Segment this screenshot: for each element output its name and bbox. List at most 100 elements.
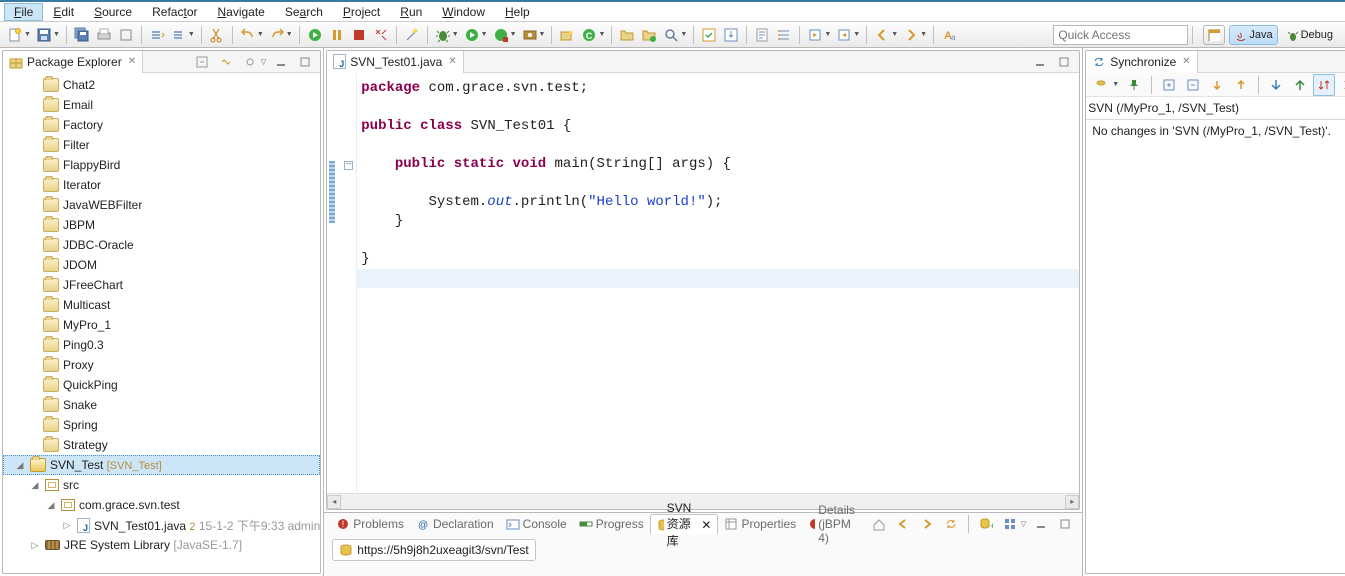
tree-folder[interactable]: Filter [3,135,320,155]
view-menu-icon[interactable]: ▽ [261,58,268,66]
minimize-icon[interactable] [1029,51,1051,73]
tree-folder[interactable]: MyPro_1 [3,315,320,335]
both-mode-icon[interactable] [1313,74,1335,96]
menu-source[interactable]: Source [84,3,142,21]
save-button[interactable] [33,24,55,46]
menu-help[interactable]: Help [495,3,540,21]
editor-tab[interactable]: SVN_Test01.java ✕ [327,51,463,73]
view-menu-icon[interactable]: ▽ [1021,520,1028,528]
checkout-icon[interactable] [698,24,720,46]
debug-button[interactable] [432,24,454,46]
save-all-button[interactable] [71,24,93,46]
outgoing-mode-icon[interactable] [1289,74,1311,96]
tree-folder[interactable]: Spring [3,415,320,435]
prev-diff-icon[interactable] [1230,74,1252,96]
tab-problems[interactable]: !Problems [330,514,410,534]
close-icon[interactable]: ✕ [448,56,456,67]
tab-console[interactable]: Console [500,514,573,534]
perspective-debug[interactable]: Debug [1282,25,1337,45]
undo-icon[interactable] [237,24,259,46]
tree-folder[interactable]: Factory [3,115,320,135]
expand-icon[interactable] [1158,74,1180,96]
tasks-icon[interactable] [751,24,773,46]
tab-details[interactable]: Details (jBPM 4) [802,514,868,534]
prev-annotation-icon[interactable] [833,24,855,46]
horizontal-scrollbar[interactable]: ◂▸ [327,493,1079,509]
synchronize-button[interactable] [1090,74,1112,96]
conflicts-mode-icon[interactable] [1337,74,1345,96]
tree-java-file[interactable]: ▷SVN_Test01.java 2 15-1-2 下午9:33 admin [3,515,320,535]
tree-folder[interactable]: JDOM [3,255,320,275]
tree-folder[interactable]: Email [3,95,320,115]
redo-icon[interactable] [266,24,288,46]
tab-properties[interactable]: Properties [718,514,802,534]
home-icon[interactable] [868,513,890,535]
editor-gutter[interactable]: − [327,73,357,493]
wand-icon[interactable] [401,24,423,46]
stop-button[interactable] [348,24,370,46]
tree-folder[interactable]: Chat2 [3,75,320,95]
new-package-icon[interactable] [556,24,578,46]
code-editor[interactable]: − package com.grace.svn.test; public cla… [327,73,1079,493]
tree-folder[interactable]: Snake [3,395,320,415]
perspective-java[interactable]: Java [1229,25,1277,45]
new-class-icon[interactable]: C [578,24,600,46]
build-button[interactable] [115,24,137,46]
package-explorer-tab[interactable]: Package Explorer ✕ [3,51,143,73]
incoming-mode-icon[interactable] [1265,74,1287,96]
tree-folder[interactable]: Proxy [3,355,320,375]
refresh-icon[interactable] [940,513,962,535]
link-icon[interactable] [168,24,190,46]
nav-fwd-icon[interactable] [916,513,938,535]
new-button[interactable] [4,24,26,46]
commit-icon[interactable] [720,24,742,46]
synchronize-tab[interactable]: Synchronize ✕ [1086,51,1197,73]
tree-project[interactable]: ◢SVN_Test [SVN_Test] [3,455,320,475]
search-icon[interactable] [660,24,682,46]
tab-declaration[interactable]: @Declaration [410,514,500,534]
font-icon[interactable]: Aa [938,24,960,46]
coverage-button[interactable] [490,24,512,46]
menu-run[interactable]: Run [390,3,432,21]
minimize-icon[interactable] [1030,513,1052,535]
tab-svn-repo[interactable]: SVN 资源库✕ [650,514,719,534]
menu-refactor[interactable]: Refactor [142,3,207,21]
menu-navigate[interactable]: Navigate [207,3,274,21]
open-type-icon[interactable] [638,24,660,46]
tree-package[interactable]: ◢com.grace.svn.test [3,495,320,515]
print-button[interactable] [93,24,115,46]
tree-jre-lib[interactable]: ▷JRE System Library [JavaSE-1.7] [3,535,320,555]
close-icon[interactable]: ✕ [128,56,136,67]
run-button[interactable] [304,24,326,46]
tree-folder[interactable]: Strategy [3,435,320,455]
next-diff-icon[interactable] [1206,74,1228,96]
tree-folder[interactable]: FlappyBird [3,155,320,175]
cut-icon[interactable] [206,24,228,46]
open-perspective-button[interactable] [1203,25,1225,45]
navigate-icon[interactable] [146,24,168,46]
tree-folder[interactable]: JDBC-Oracle [3,235,320,255]
tree-src[interactable]: ◢src [3,475,320,495]
ext-tools-button[interactable] [519,24,541,46]
next-annotation-icon[interactable] [804,24,826,46]
quick-access-input[interactable] [1053,25,1188,45]
menu-file[interactable]: File [4,3,43,21]
link-editor-icon[interactable] [215,51,237,73]
forward-button[interactable] [900,24,922,46]
tree-folder[interactable]: Ping0.3 [3,335,320,355]
package-tree[interactable]: Chat2EmailFactoryFilterFlappyBirdIterato… [3,73,320,573]
collapse-icon[interactable] [1182,74,1204,96]
menu-edit[interactable]: Edit [43,3,84,21]
svn-repository-item[interactable]: https://5h9j8h2uxeagit3/svn/Test [332,539,535,561]
pause-button[interactable] [326,24,348,46]
fold-icon[interactable]: − [344,161,353,170]
focus-icon[interactable] [239,51,261,73]
outline-icon[interactable] [773,24,795,46]
tree-folder[interactable]: Iterator [3,175,320,195]
tab-progress[interactable]: Progress [573,514,650,534]
tree-folder[interactable]: Multicast [3,295,320,315]
menu-search[interactable]: Search [275,3,333,21]
pin-icon[interactable] [1123,74,1145,96]
maximize-icon[interactable] [294,51,316,73]
maximize-icon[interactable] [1054,513,1076,535]
